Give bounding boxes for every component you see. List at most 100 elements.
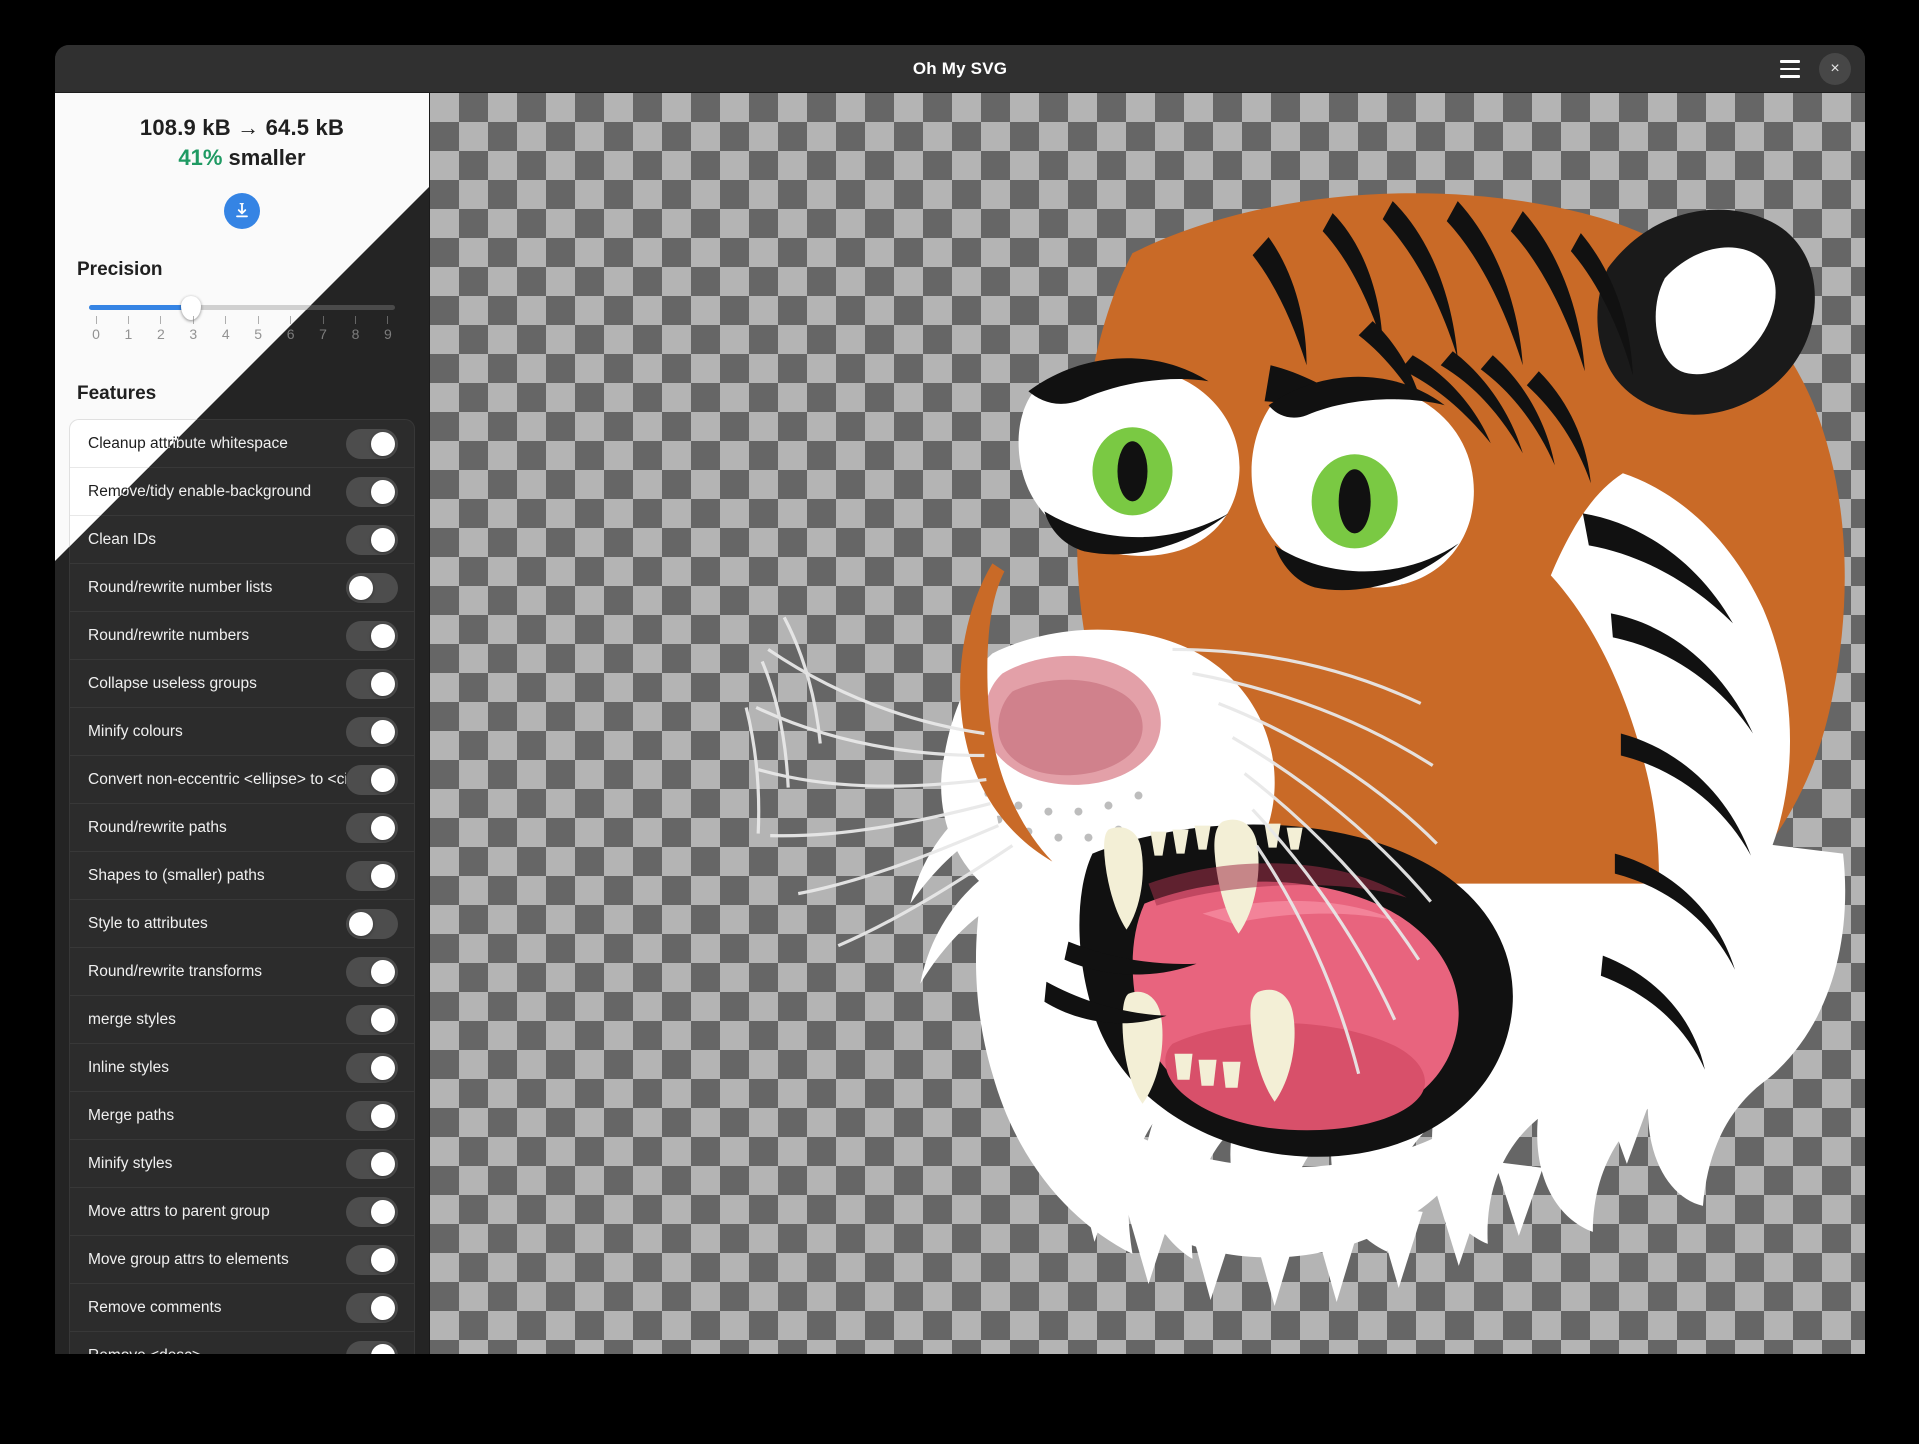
toggle-knob [371,1343,395,1354]
feature-row[interactable]: Move attrs to parent group [70,1188,414,1236]
sidebar: 108.9 kB → 64.5 kB 41% smaller [55,93,430,1354]
toggle-knob [371,1199,395,1224]
percent-value: 41% [178,145,223,170]
feature-row[interactable]: Merge paths [70,1092,414,1140]
slider-fill [89,305,191,310]
feature-label: Convert non-eccentric <ellipse> to <circ… [88,770,346,788]
feature-toggle[interactable] [346,668,398,699]
sidebar-theme-transition: 108.9 kB → 64.5 kB 41% smaller [55,93,429,1354]
slider-tick[interactable]: 8 [349,316,363,342]
toggle-knob [371,479,395,504]
tick-mark [192,316,194,324]
feature-label: Remove <desc> [88,1347,346,1355]
percent-suffix: smaller [222,145,306,170]
feature-label: Clean IDs [88,530,157,548]
feature-label: Inline styles [88,1058,169,1076]
feature-row[interactable]: Minify styles [70,1140,414,1188]
window-body: 108.9 kB → 64.5 kB 41% smaller [55,93,1865,1354]
feature-row[interactable]: Collapse useless groups [70,660,414,708]
toggle-knob [371,432,395,456]
slider-tick[interactable]: 2 [154,316,168,342]
slider-tick[interactable]: 5 [251,316,265,342]
tick-label: 2 [156,326,165,342]
right-eye-pupil [1338,469,1371,534]
feature-row[interactable]: Style to attributes [70,900,414,948]
feature-toggle[interactable] [346,1052,398,1083]
tick-mark [355,316,356,324]
slider-tick[interactable]: 7 [316,316,330,342]
toggle-knob [349,575,373,600]
feature-row[interactable]: Convert non-eccentric <ellipse> to <circ… [70,756,414,804]
feature-toggle[interactable] [346,812,398,843]
tick-label: 8 [351,326,360,342]
feature-toggle[interactable] [346,1148,398,1179]
feature-label: Round/rewrite paths [88,818,227,836]
feature-toggle[interactable] [346,1004,398,1035]
tick-mark [127,316,129,324]
feature-toggle[interactable] [346,860,398,891]
window-controls: × [1775,45,1851,93]
feature-toggle[interactable] [346,476,398,507]
feature-row[interactable]: Round/rewrite numbers [70,612,414,660]
slider-tick[interactable]: 9 [381,316,395,342]
tick-mark [225,316,227,324]
feature-row[interactable]: Remove comments [70,1284,414,1332]
hamburger-menu-icon[interactable] [1775,54,1805,84]
tick-mark [257,316,259,324]
slider-tick[interactable]: 4 [219,316,233,342]
toggle-knob [371,719,395,744]
feature-row[interactable]: Inline styles [70,1044,414,1092]
svg-preview-canvas[interactable] [430,93,1865,1354]
toggle-knob [371,1055,395,1080]
feature-row[interactable]: Round/rewrite transforms [70,948,414,996]
feature-toggle[interactable] [346,1244,398,1275]
feature-toggle[interactable] [346,764,398,795]
feature-toggle[interactable] [346,956,398,987]
feature-toggle[interactable] [346,620,398,651]
feature-label: Round/rewrite numbers [88,626,250,644]
feature-row[interactable]: Round/rewrite number lists [70,564,414,612]
close-icon[interactable]: × [1819,53,1851,85]
toggle-knob [371,863,395,888]
feature-toggle[interactable] [346,1196,398,1227]
tick-label: 5 [254,326,263,342]
feature-toggle[interactable] [346,1100,398,1131]
feature-row[interactable]: merge styles [70,996,414,1044]
slider-tick[interactable]: 3 [186,316,200,342]
tick-label: 4 [221,326,230,342]
left-eye-pupil [1117,441,1148,502]
feature-row[interactable]: Round/rewrite paths [70,804,414,852]
toggle-knob [371,815,395,840]
feature-row[interactable]: Clean IDs [70,516,414,564]
tick-label: 7 [319,326,327,342]
feature-toggle[interactable] [346,572,398,603]
tick-label: 9 [384,326,392,342]
feature-row[interactable]: Move group attrs to elements [70,1236,414,1284]
tick-label: 1 [124,326,133,342]
tick-mark [387,316,389,324]
feature-label: Round/rewrite number lists [88,578,273,596]
tiger-artwork [744,193,1846,1306]
feature-toggle[interactable] [346,908,398,939]
feature-toggle[interactable] [346,1292,398,1323]
feature-toggle[interactable] [346,1340,398,1354]
feature-label: Collapse useless groups [88,674,257,692]
feature-toggle[interactable] [346,716,398,747]
slider-tick[interactable]: 0 [89,316,103,342]
toggle-knob [371,1295,395,1320]
toggle-knob [371,1247,395,1272]
toggle-knob [349,911,373,936]
feature-label: Move group attrs to elements [88,1250,289,1268]
feature-row[interactable]: Shapes to (smaller) paths [70,852,414,900]
toggle-knob [371,767,395,792]
slider-tick[interactable]: 1 [121,316,135,342]
download-icon [236,202,248,218]
feature-label: Shapes to (smaller) paths [88,866,265,884]
feature-toggle[interactable] [346,429,398,459]
download-button[interactable] [224,193,260,229]
feature-row[interactable]: Remove <desc> [70,1332,414,1354]
size-summary: 108.9 kB → 64.5 kB [139,115,345,140]
feature-toggle[interactable] [346,524,398,555]
feature-row[interactable]: Minify colours [70,708,414,756]
title-bar: Oh My SVG × [55,45,1865,93]
